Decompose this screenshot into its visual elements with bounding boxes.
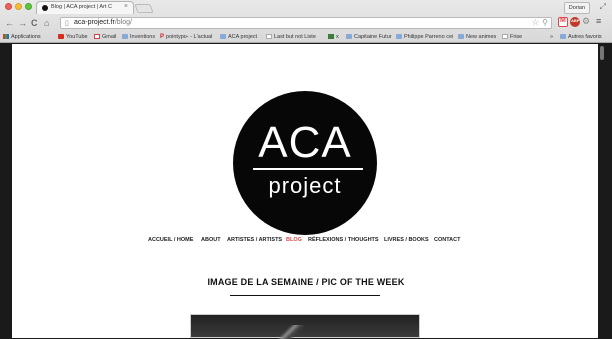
bookmarks-bar: Applications YouTube Gmail Inventions Pp… <box>0 32 612 42</box>
bookmark-label: Capitaine Futur <box>354 34 392 40</box>
bookmark-pointypo[interactable]: Ppointypo- - L'actual <box>160 32 212 42</box>
bookmark-label: Last but not Liste <box>274 34 316 40</box>
folder-icon <box>458 34 464 39</box>
bookmark-youtube[interactable]: YouTube <box>58 32 88 42</box>
minimize-window-button[interactable] <box>15 3 22 10</box>
close-window-button[interactable] <box>5 3 12 10</box>
home-icon[interactable]: ⌂ <box>44 17 49 29</box>
bookmark-frise[interactable]: Frise <box>502 32 522 42</box>
bookmark-star-icon[interactable]: ☆ <box>532 18 539 27</box>
menu-item-books[interactable]: LIVRES / BOOKS <box>384 237 429 243</box>
bookmark-label: Inventions <box>130 34 156 40</box>
bookmark-label: Autres favoris <box>568 34 602 40</box>
bookmark-gmail[interactable]: Gmail <box>94 32 116 42</box>
menu-item-contact[interactable]: CONTACT <box>434 237 460 243</box>
bookmark-x[interactable]: x <box>328 32 339 42</box>
scrollbar-thumb[interactable] <box>600 46 604 60</box>
youtube-icon <box>58 34 64 39</box>
bookmark-label: ACA project <box>228 34 258 40</box>
url-path: /blog/ <box>114 19 132 26</box>
page-scrollbar[interactable] <box>598 44 612 338</box>
bookmark-philippe-parreno[interactable]: Philippe Parreno cei <box>396 32 453 42</box>
section-heading: IMAGE DE LA SEMAINE / PIC OF THE WEEK <box>207 277 405 287</box>
site-favicon-icon <box>42 5 48 11</box>
bookmark-label: Applications <box>11 34 41 40</box>
gmail-icon <box>94 34 100 39</box>
menu-item-artists[interactable]: ARTISTES / ARTISTS <box>227 237 282 243</box>
maximize-window-button[interactable] <box>25 3 32 10</box>
page-icon <box>266 34 272 39</box>
gmail-extension-icon[interactable]: M <box>558 17 568 27</box>
pinterest-icon: P <box>160 34 165 40</box>
menu-icon[interactable]: ≡ <box>596 16 601 26</box>
menu-item-home[interactable]: ACCUEIL / HOME <box>148 237 193 243</box>
page-icon <box>502 34 508 39</box>
apps-grid-icon <box>3 34 9 39</box>
bookmark-last-but-not-liste[interactable]: Last but not Liste <box>266 32 316 42</box>
bookmark-label: x <box>336 34 339 40</box>
folder-icon <box>346 34 352 39</box>
menu-item-about[interactable]: ABOUT <box>201 237 221 243</box>
bookmark-capitaine-futur[interactable]: Capitaine Futur <box>346 32 392 42</box>
bookmark-label: pointypo- - L'actual <box>166 34 213 40</box>
green-square-icon <box>328 34 334 39</box>
tab-active[interactable]: Blog | ACA project | Art C × <box>36 1 134 14</box>
extension-icon[interactable]: ⚙ <box>582 16 590 27</box>
heading-underline <box>230 295 380 296</box>
url-text: aca-project.fr/blog/ <box>74 19 132 26</box>
folder-icon <box>560 34 566 39</box>
forward-arrow-icon[interactable]: → <box>18 17 27 29</box>
menu-item-blog[interactable]: BLOG <box>286 237 302 243</box>
featured-image[interactable] <box>190 314 420 339</box>
photo-subject <box>269 325 309 339</box>
back-arrow-icon[interactable]: ← <box>5 17 14 29</box>
tab-close-icon[interactable]: × <box>124 3 128 10</box>
bookmark-new-animes[interactable]: New animes <box>458 32 496 42</box>
main-menu: ACCUEIL / HOME ABOUT ARTISTES / ARTISTS … <box>148 237 462 245</box>
bookmark-applications[interactable]: Applications <box>3 32 41 42</box>
bookmark-aca-project[interactable]: ACA project <box>220 32 257 42</box>
profile-button[interactable]: Dorian <box>563 2 590 14</box>
folder-icon <box>220 34 226 39</box>
folder-icon <box>122 34 128 39</box>
bookmark-label: New animes <box>466 34 497 40</box>
bookmark-label: Frise <box>510 34 523 40</box>
navigation-bar: ← → C ⌂ ▯ aca-project.fr/blog/ ☆ ⚲ <box>0 16 612 31</box>
logo-text-aca: ACA <box>258 118 352 167</box>
folder-icon <box>396 34 402 39</box>
tab-title: Blog | ACA project | Art C <box>51 4 112 10</box>
bookmarks-overflow[interactable]: » <box>550 32 553 42</box>
new-tab-button[interactable] <box>134 4 154 13</box>
logo-divider <box>253 168 363 170</box>
tab-bar: Blog | ACA project | Art C × Dorian ⤢ <box>0 0 612 14</box>
url-host: aca-project.fr <box>74 19 115 26</box>
aca-project-logo[interactable]: ACA project <box>233 91 377 235</box>
bookmark-label: YouTube <box>66 34 88 40</box>
address-bar[interactable]: ▯ aca-project.fr/blog/ ☆ ⚲ <box>60 17 552 29</box>
reload-icon[interactable]: C <box>31 17 38 29</box>
bookmark-label: Philippe Parreno cei <box>404 34 454 40</box>
adblock-extension-icon[interactable]: ABP <box>570 17 580 27</box>
menu-item-thoughts[interactable]: RÉFLEXIONS / THOUGHTS <box>308 237 379 243</box>
bookmark-label: Gmail <box>102 34 117 40</box>
fullscreen-icon[interactable]: ⤢ <box>600 2 606 12</box>
search-icon[interactable]: ⚲ <box>542 18 548 27</box>
page-icon: ▯ <box>65 20 69 27</box>
browser-chrome: Blog | ACA project | Art C × Dorian ⤢ ← … <box>0 0 612 43</box>
bookmark-inventions[interactable]: Inventions <box>122 32 155 42</box>
logo-text-project: project <box>268 173 342 198</box>
bookmark-autres-favoris[interactable]: Autres favoris <box>560 32 602 42</box>
